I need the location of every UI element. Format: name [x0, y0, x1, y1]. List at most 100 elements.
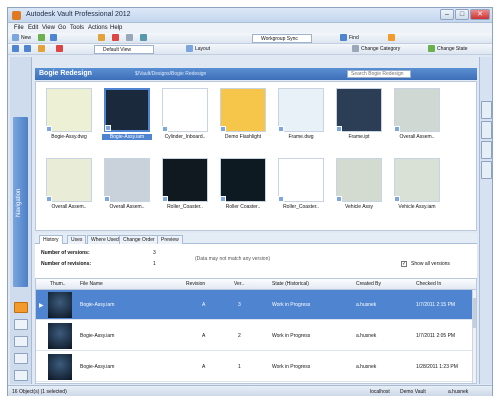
tab-where-used[interactable]: Where Used [87, 235, 123, 244]
menu-file[interactable]: File [14, 25, 24, 31]
menu-actions[interactable]: Actions [88, 25, 108, 31]
tab-preview[interactable]: Preview [157, 235, 183, 244]
file-name-label: Bogie-Assy.iam [102, 134, 152, 140]
change-state-button[interactable]: Change State [428, 45, 468, 54]
folder-header: Bogie Redesign $/Vault/Designs/Bogie Red… [35, 68, 477, 80]
table-row[interactable]: Bogie-Assy.iam A 2 Work in Progress a.husnek… [36, 321, 472, 351]
file-preview-image [104, 158, 150, 202]
close-button[interactable]: ✕ [470, 9, 490, 20]
file-thumbnail[interactable]: Vehicle Assy [334, 158, 384, 210]
versions-label: Number of versions: [41, 250, 90, 256]
options-button[interactable] [388, 34, 397, 43]
maximize-button[interactable]: □ [455, 9, 469, 20]
tab-history[interactable]: History [39, 235, 63, 244]
change-category-label: Change Category [361, 46, 401, 52]
tab-uses[interactable]: Uses [67, 235, 87, 244]
refresh-button[interactable] [140, 34, 149, 43]
file-thumbnail[interactable]: Demo Flashlight [218, 88, 268, 140]
file-thumbnail[interactable]: Roller Coaster.. [218, 158, 268, 210]
cell-file-name: Bogie-Assy.iam [80, 333, 115, 339]
col-created-by[interactable]: Created By [356, 281, 381, 287]
checkout-icon [112, 34, 119, 42]
menu-edit[interactable]: Edit [28, 25, 38, 31]
file-thumbnail[interactable]: Overall Assem.. [44, 158, 94, 210]
navigation-tab[interactable]: Navigation [13, 117, 28, 287]
open-button[interactable] [38, 34, 47, 43]
right-tab-1[interactable] [481, 101, 492, 119]
tab-change-order[interactable]: Change Order [119, 235, 159, 244]
file-thumbnail[interactable]: Frame.ipt [334, 88, 384, 140]
table-row[interactable]: Bogie-Assy.iam A 1 Work in Progress a.husnek… [36, 352, 472, 382]
new-button[interactable]: New [12, 34, 31, 43]
find-button[interactable]: Find [340, 34, 359, 43]
right-tab-4[interactable] [481, 161, 492, 179]
vault-home-button[interactable] [14, 302, 28, 313]
scrollbar-thumb[interactable] [473, 298, 476, 328]
home-button[interactable] [56, 45, 65, 54]
save-button[interactable] [50, 34, 59, 43]
file-preview-image [336, 158, 382, 202]
back-button[interactable] [12, 45, 21, 54]
layout-icon [186, 45, 193, 53]
file-thumbnail[interactable]: Overall Assem.. [392, 88, 442, 140]
find-icon [340, 34, 347, 42]
navigation-pane-collapsed: Navigation [10, 57, 32, 384]
nav-button-4[interactable] [14, 353, 28, 364]
right-tab-3[interactable] [481, 141, 492, 159]
cell-created-by: a.husnek [356, 333, 377, 339]
file-thumbnail[interactable]: Bogie-Assy.iam [102, 88, 152, 140]
workgroup-dropdown[interactable]: Workgroup Sync [252, 34, 312, 43]
checkin-button[interactable] [98, 34, 107, 43]
view-dropdown[interactable]: Default View [94, 45, 154, 54]
menu-tools[interactable]: Tools [70, 25, 84, 31]
nav-button-3[interactable] [14, 336, 28, 347]
cell-checked-in: 1/7/2011 2:15 PM [416, 302, 456, 308]
copy-button[interactable] [126, 34, 135, 43]
status-bar: 16 Object(s) (1 selected) localhost Demo… [8, 385, 492, 396]
show-all-versions-checkbox[interactable]: ✓ [401, 261, 407, 267]
col-checked-in[interactable]: Checked In [416, 281, 441, 287]
file-thumbnail[interactable]: Bogie-Assy.dwg [44, 88, 94, 140]
layout-label: Layout [195, 46, 211, 52]
find-label: Find [349, 35, 359, 41]
cell-created-by: a.husnek [356, 364, 377, 370]
col-thumbnail[interactable]: Thum.. [50, 281, 66, 287]
table-row[interactable]: ▶ Bogie-Assy.iam A 3 Work in Progress a.husne… [36, 290, 472, 320]
up-folder-button[interactable] [38, 45, 47, 54]
col-file-name[interactable]: File Name [80, 281, 103, 287]
forward-button[interactable] [24, 45, 33, 54]
grid-vertical-scrollbar[interactable] [472, 290, 476, 383]
file-status-icon [220, 196, 226, 202]
checkout-button[interactable] [112, 34, 121, 43]
file-thumbnail[interactable]: Vehicle Assy.iam [392, 158, 442, 210]
minimize-button[interactable]: – [440, 9, 454, 20]
change-category-button[interactable]: Change Category [352, 45, 400, 54]
file-thumbnail[interactable]: Roller_Coaster.. [276, 158, 326, 210]
file-thumbnail[interactable]: Overall Assem.. [102, 158, 152, 210]
menu-go[interactable]: Go [58, 25, 66, 31]
col-version[interactable]: Ver.. [234, 281, 244, 287]
file-status-icon [394, 126, 400, 132]
revisions-label: Number of revisions: [41, 261, 92, 267]
new-label: New [21, 35, 32, 41]
save-icon [50, 34, 57, 42]
file-status-icon [162, 196, 168, 202]
file-name-label: Bogie-Assy.dwg [51, 134, 87, 140]
window-title: Autodesk Vault Professional 2012 [26, 11, 131, 18]
layout-button[interactable]: Layout [186, 45, 210, 54]
file-thumbnail[interactable]: Cylinder_Inboard.. [160, 88, 210, 140]
col-revision[interactable]: Revision [186, 281, 205, 287]
col-state[interactable]: State (Historical) [272, 281, 309, 287]
file-thumbnail[interactable]: Frame.dwg [276, 88, 326, 140]
nav-button-2[interactable] [14, 319, 28, 330]
nav-button-5[interactable] [14, 370, 28, 381]
refresh-icon [140, 34, 147, 42]
menu-view[interactable]: View [42, 25, 55, 31]
menu-help[interactable]: Help [110, 25, 122, 31]
search-input[interactable] [347, 70, 411, 78]
navigation-tab-label: Navigation [16, 188, 22, 217]
main-toolbar: New Workgroup Sync Find [8, 33, 492, 44]
grid-header: Thum.. File Name Revision Ver.. State (H… [36, 279, 476, 290]
right-tab-2[interactable] [481, 121, 492, 139]
file-thumbnail[interactable]: Roller_Coaster.. [160, 158, 210, 210]
